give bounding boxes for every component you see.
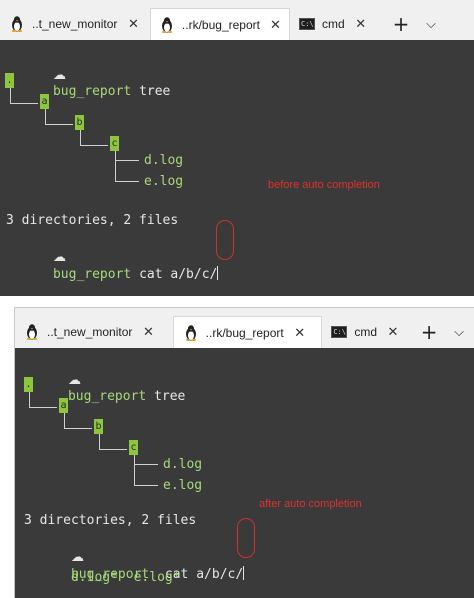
tab-bar: ..t_new_monitor ✕ ..rk/bug_report ✕ C:\ … [15,308,474,348]
tree-file-d: d.log [144,153,184,168]
tree-connector [115,181,139,182]
tree-file-e: e.log [163,478,203,493]
tab-close-icon[interactable]: ✕ [385,324,401,340]
tree-connector [45,124,73,125]
tree-dir-c: c [129,440,138,455]
text-cursor [217,266,219,280]
prompt-line: ☁ bug_report tree [6,52,170,116]
annotation-before: before auto completion [268,179,380,191]
tree-connector [99,434,100,450]
tab-new-monitor[interactable]: ..t_new_monitor ✕ [15,316,173,348]
tab-bar: ..t_new_monitor ✕ ..rk/bug_report ✕ C:\ … [0,0,474,40]
prompt-directory: bug_report [67,389,147,404]
tab-bug-report[interactable]: ..rk/bug_report ✕ [172,316,323,348]
cloud-prompt-icon: ☁ [52,68,66,83]
linux-tux-icon [182,324,200,342]
linux-tux-icon [8,15,26,33]
terminal-window-after: ..t_new_monitor ✕ ..rk/bug_report ✕ C:\ … [14,307,474,598]
tab-close-icon[interactable]: ✕ [140,324,156,340]
prompt-line: ☁ bug_report tree [21,357,185,421]
tree-connector [45,109,46,125]
linux-tux-icon [159,16,176,34]
command-text: tree [139,84,171,99]
tab-new-monitor[interactable]: ..t_new_monitor ✕ [0,8,150,40]
linux-tux-icon [23,323,41,341]
new-tab-button[interactable]: + [414,316,444,348]
tab-close-icon[interactable]: ✕ [125,16,141,32]
tab-label: ..t_new_monitor [32,17,118,31]
tree-connector [134,485,158,486]
completion-list: d.log* e.log* [24,554,181,598]
tree-dir-root: . [5,73,14,88]
tree-connector [64,413,65,429]
tree-file-d: d.log [163,457,203,472]
tab-label: cmd [354,325,377,339]
tab-close-icon[interactable]: ✕ [292,325,308,341]
completion-item: d.log* [70,570,118,585]
terminal-window-before: ..t_new_monitor ✕ ..rk/bug_report ✕ C:\ … [0,0,474,296]
tree-connector [29,407,57,408]
tab-close-icon[interactable]: ✕ [268,17,283,33]
completion-item: e.log* [133,570,181,585]
tree-dir-c: c [110,136,119,151]
tree-connector [115,151,116,181]
tree-dir-a: a [59,398,68,413]
tree-dir-a: a [40,94,49,109]
tab-cmd[interactable]: C:\ cmd ✕ [290,8,386,40]
tree-summary: 3 directories, 2 files [6,213,179,228]
tree-connector [115,160,139,161]
tree-connector [99,449,127,450]
tab-label: ..rk/bug_report [181,17,260,32]
tab-label: cmd [322,17,345,31]
tab-bug-report[interactable]: ..rk/bug_report ✕ [150,8,290,40]
tree-connector [64,428,92,429]
tree-file-e: e.log [144,174,184,189]
prompt-directory: bug_report [52,84,132,99]
tab-label: ..rk/bug_report [205,325,284,340]
tree-connector [80,130,81,146]
terminal-output[interactable]: ☁ bug_report tree . a b c d.log e.log af… [15,348,474,598]
tree-dir-b: b [75,115,84,130]
tree-dir-b: b [94,419,103,434]
tab-label: ..t_new_monitor [47,325,133,339]
terminal-output[interactable]: ☁ bug_report tree . a b c d.log e.log be… [0,40,474,296]
tab-close-icon[interactable]: ✕ [353,16,369,32]
highlight-oval [216,220,234,260]
tree-connector [134,455,135,485]
cmd-icon: C:\ [299,18,315,30]
cmd-icon: C:\ [331,326,348,338]
highlight-oval [237,518,255,558]
tree-connector [10,88,11,104]
tab-dropdown-button[interactable]: ⌵ [444,316,474,348]
text-cursor [243,566,245,580]
tree-connector [134,464,158,465]
tree-dir-root: . [24,377,33,392]
cloud-prompt-icon: ☁ [67,373,81,388]
tree-connector [29,392,30,408]
tree-connector [10,103,38,104]
prompt-line: ☁ bug_report cat a/b/c/ [6,234,219,296]
tree-summary: 3 directories, 2 files [24,513,197,528]
tree-connector [80,145,108,146]
cloud-prompt-icon: ☁ [52,250,66,265]
tab-cmd[interactable]: C:\ cmd ✕ [322,316,415,348]
tab-dropdown-button[interactable]: ⌵ [416,8,446,40]
command-text: cat a/b/c/ [139,267,218,282]
new-tab-button[interactable]: + [386,8,416,40]
prompt-directory: bug_report [52,267,132,282]
annotation-after: after auto completion [259,498,362,510]
command-text: tree [154,389,186,404]
